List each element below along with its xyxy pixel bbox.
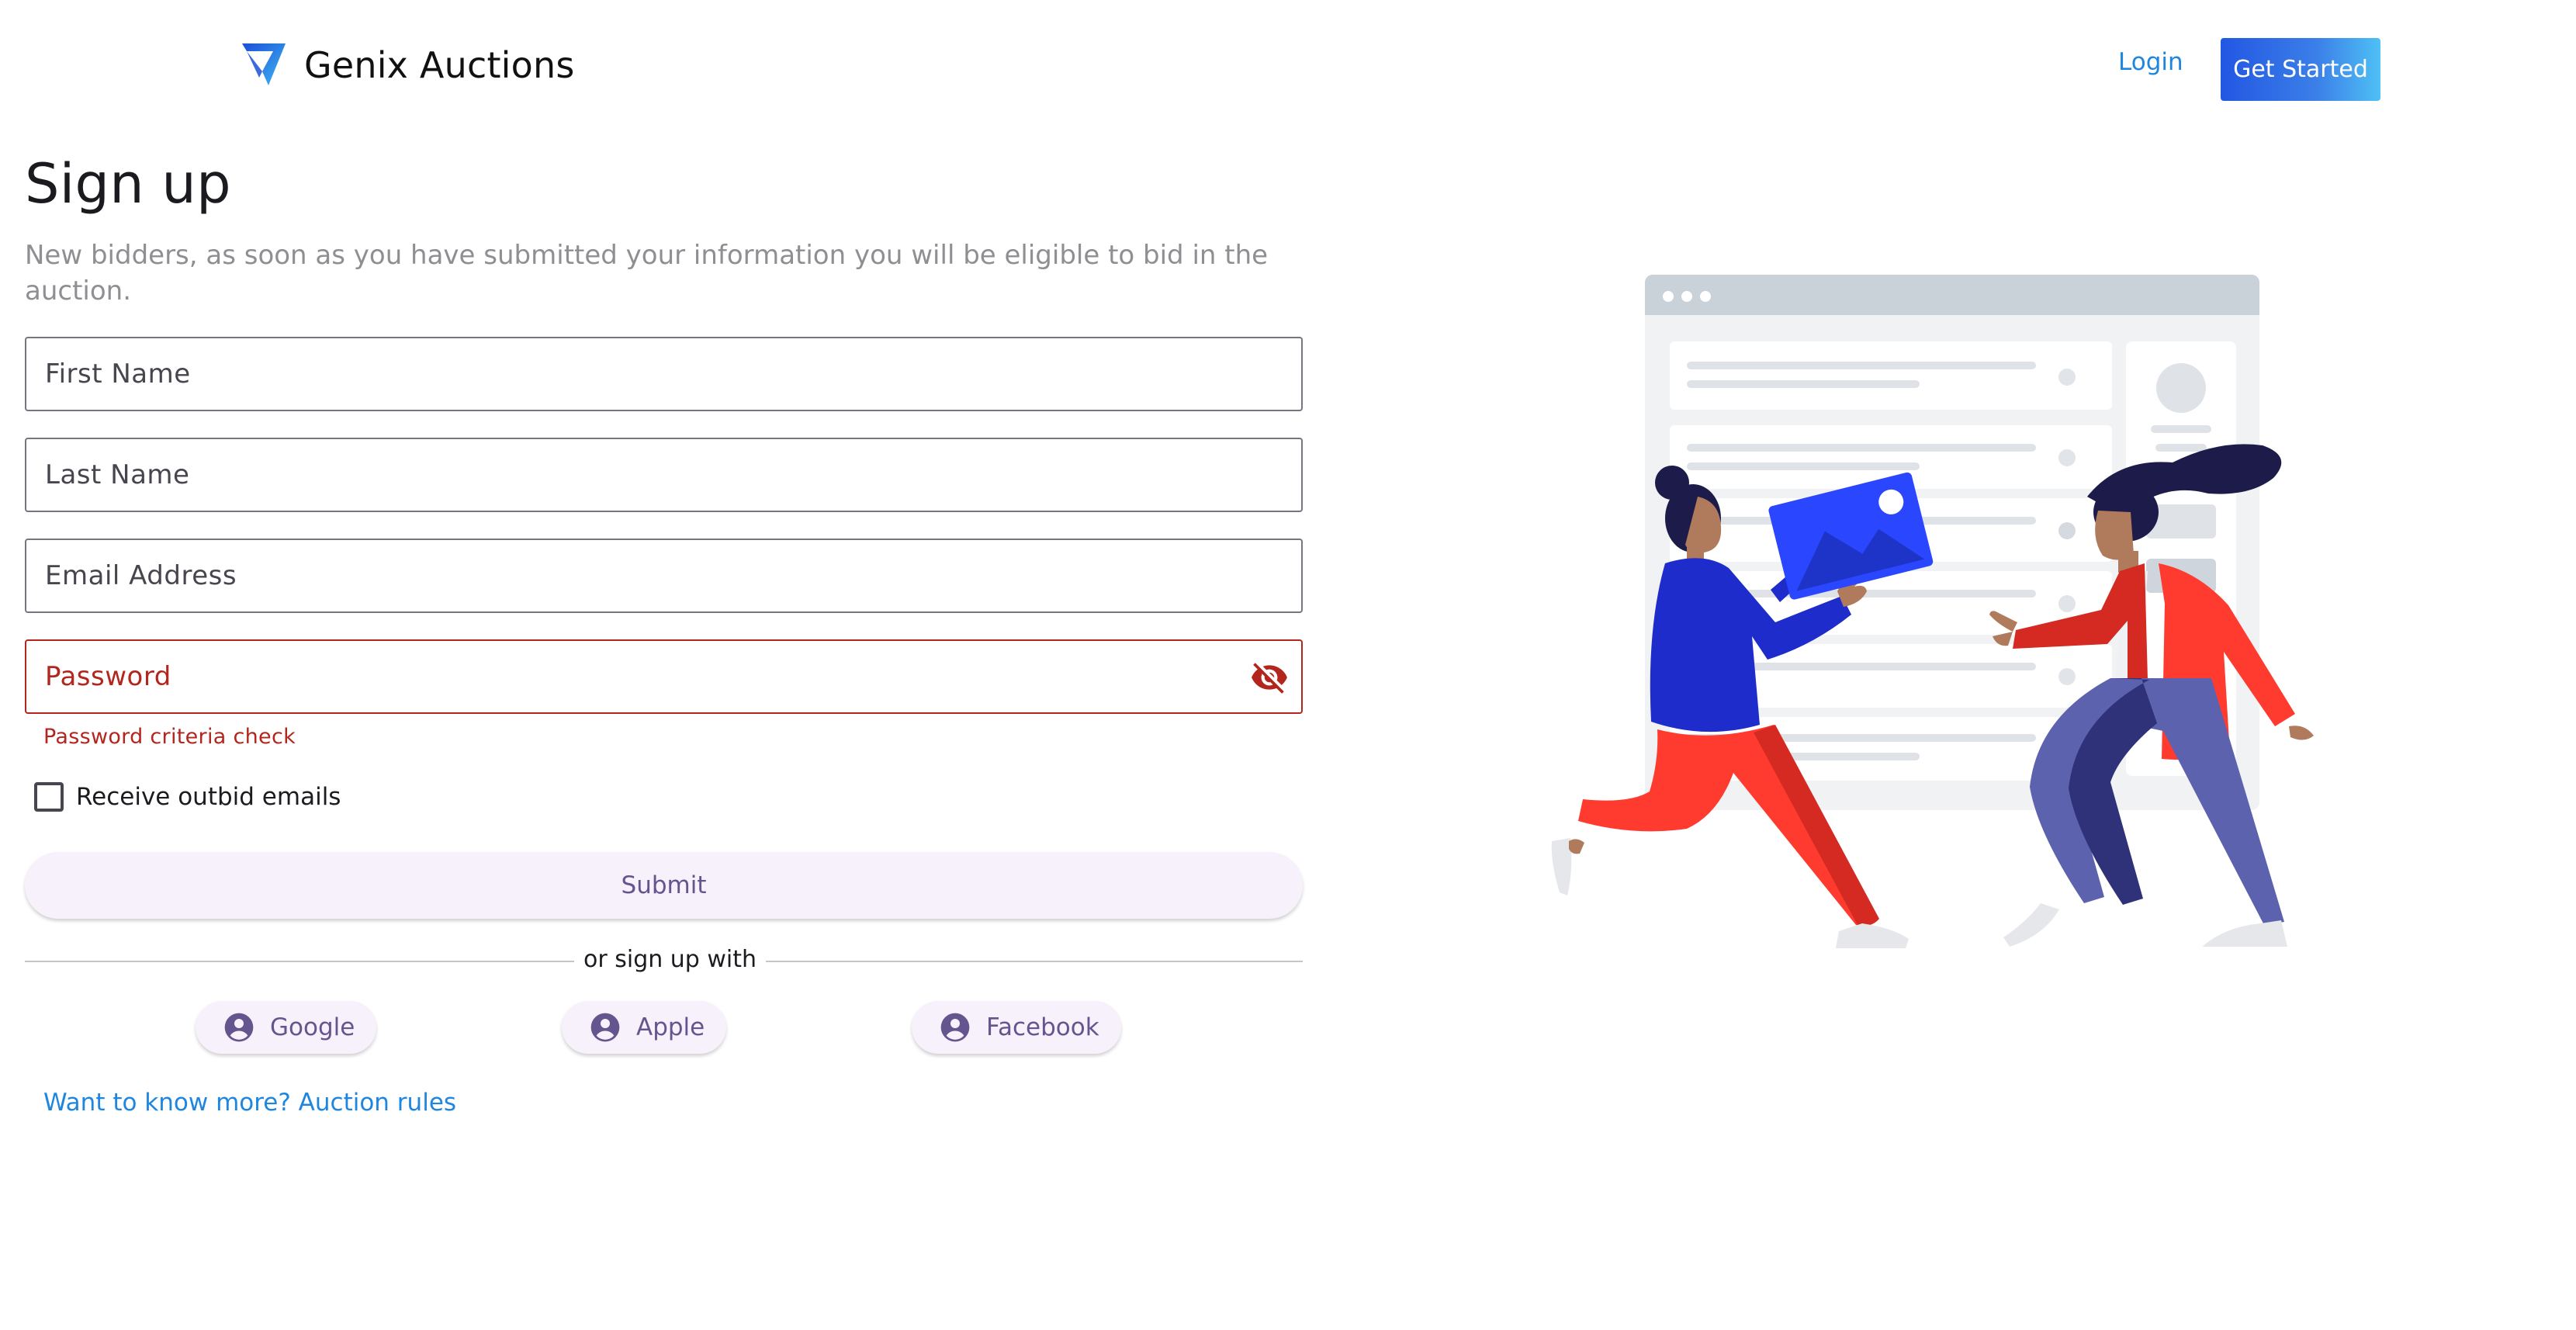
intro-text: New bidders, as soon as you have submitt… [25, 240, 1269, 307]
facebook-signup-button[interactable]: Facebook [912, 1001, 1121, 1054]
account-circle-icon [590, 1013, 620, 1042]
password-error-text: Password criteria check [43, 725, 296, 749]
apple-label: Apple [636, 1013, 705, 1041]
email-input[interactable] [45, 540, 1301, 611]
get-started-button[interactable]: Get Started [2221, 38, 2380, 101]
outbid-checkbox-row[interactable]: Receive outbid emails [34, 782, 341, 812]
facebook-label: Facebook [986, 1013, 1099, 1041]
password-field[interactable] [25, 639, 1303, 714]
first-name-input[interactable] [45, 338, 1301, 410]
outbid-checkbox[interactable] [34, 782, 64, 812]
apple-signup-button[interactable]: Apple [562, 1001, 727, 1054]
last-name-input[interactable] [45, 439, 1301, 511]
last-name-field[interactable] [25, 438, 1303, 512]
account-circle-icon [224, 1013, 254, 1042]
brand[interactable]: Genix Auctions [239, 40, 575, 90]
outbid-checkbox-label: Receive outbid emails [76, 783, 341, 811]
genix-logo-icon [242, 43, 286, 85]
signup-illustration [1551, 275, 2314, 948]
password-input[interactable] [45, 641, 1301, 712]
first-name-field[interactable] [25, 337, 1303, 411]
submit-button[interactable]: Submit [25, 852, 1303, 919]
email-field[interactable] [25, 539, 1303, 613]
account-circle-icon [940, 1013, 970, 1042]
brand-name: Genix Auctions [304, 44, 575, 86]
google-signup-button[interactable]: Google [196, 1001, 377, 1054]
eye-off-icon[interactable] [1250, 658, 1289, 697]
google-label: Google [270, 1013, 355, 1041]
page-title: Sign up [25, 152, 231, 216]
auction-rules-link[interactable]: Want to know more? Auction rules [43, 1089, 456, 1117]
login-link[interactable]: Login [2118, 48, 2183, 76]
divider-label: or sign up with [574, 946, 767, 973]
